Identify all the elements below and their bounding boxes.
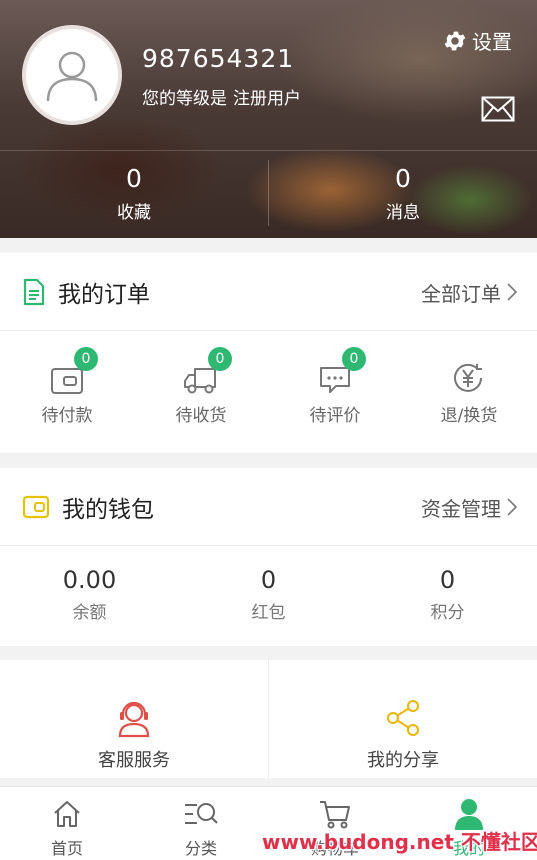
wallet-stats-row: 0.00 余额 0 红包 0 积分	[0, 546, 537, 646]
fund-management-label: 资金管理	[421, 496, 501, 521]
envelope-icon	[481, 96, 515, 122]
chevron-right-icon	[507, 283, 517, 301]
orders-header: 我的订单 全部订单	[0, 253, 537, 331]
balance-value: 0.00	[62, 566, 117, 594]
balance-label: 余额	[72, 603, 107, 623]
wallet-header: 我的钱包 资金管理	[0, 468, 537, 546]
home-icon	[54, 801, 80, 827]
pending-payment-label: 待付款	[41, 406, 93, 426]
yen-refund-icon	[454, 363, 482, 392]
share-icon	[387, 700, 419, 736]
gear-icon	[444, 31, 466, 50]
pending-receipt-badge: 0	[208, 347, 232, 371]
balance-item[interactable]: 0.00 余额	[0, 566, 179, 623]
my-share-button[interactable]: 我的分享	[269, 660, 537, 778]
wallet-card-icon	[22, 495, 50, 518]
all-orders-link[interactable]: 全部订单	[421, 253, 517, 331]
pending-review-badge: 0	[342, 347, 366, 371]
pending-review-label: 待评价	[309, 406, 361, 426]
pending-receipt-button[interactable]: 0 待收货	[134, 347, 268, 426]
favorites-count: 0	[126, 164, 142, 193]
pending-payment-badge: 0	[74, 347, 98, 371]
fund-management-link[interactable]: 资金管理	[421, 468, 517, 546]
profile-header: 987654321 您的等级是 注册用户 设置 0 收藏 0 消息	[0, 0, 537, 238]
red-packet-value: 0	[260, 566, 277, 594]
wallet-card: 我的钱包 资金管理 0.00 余额 0 红包 0 积分	[0, 468, 537, 646]
settings-label: 设置	[472, 30, 512, 54]
refund-exchange-button[interactable]: 退/换货	[402, 355, 536, 426]
orders-title: 我的订单	[58, 281, 150, 308]
order-document-icon	[23, 278, 45, 305]
services-card: 客服服务 我的分享	[0, 660, 537, 778]
level-prefix: 您的等级是	[142, 89, 227, 109]
site-watermark: www.budong.net 不懂社区	[262, 830, 537, 854]
category-search-icon	[185, 803, 218, 824]
all-orders-label: 全部订单	[421, 281, 501, 306]
tab-home[interactable]: 首页	[0, 795, 134, 859]
customer-service-button[interactable]: 客服服务	[0, 660, 268, 778]
chevron-right-icon	[507, 498, 517, 516]
refund-exchange-label: 退/换货	[440, 406, 498, 426]
red-packet-item[interactable]: 0 红包	[179, 566, 358, 623]
header-divider	[0, 150, 537, 151]
customer-service-label: 客服服务	[98, 750, 170, 771]
wallet-title: 我的钱包	[62, 496, 154, 523]
order-status-row: 0 待付款 0 待收货 0 待评价 退/换货	[0, 331, 537, 453]
points-label: 积分	[430, 603, 465, 623]
messages-stat[interactable]: 0 消息	[269, 164, 537, 223]
username: 987654321	[142, 44, 295, 73]
mail-button[interactable]	[481, 96, 515, 126]
favorites-stat[interactable]: 0 收藏	[0, 164, 268, 223]
avatar[interactable]	[22, 25, 122, 125]
pending-receipt-label: 待收货	[175, 406, 227, 426]
tab-category-label: 分类	[184, 839, 217, 858]
orders-card: 我的订单 全部订单 0 待付款 0 待收货 0 待评价 退/换货	[0, 253, 537, 453]
level-value: 注册用户	[233, 89, 301, 109]
points-item[interactable]: 0 积分	[358, 566, 537, 623]
red-packet-label: 红包	[251, 603, 286, 623]
user-avatar-icon	[46, 51, 98, 102]
tab-home-label: 首页	[50, 839, 83, 858]
messages-label: 消息	[386, 203, 420, 223]
tab-category[interactable]: 分类	[134, 795, 268, 859]
pending-review-button[interactable]: 0 待评价	[268, 347, 402, 426]
customer-service-icon	[118, 701, 150, 738]
points-value: 0	[439, 566, 456, 594]
user-level: 您的等级是 注册用户	[142, 84, 301, 109]
pending-payment-button[interactable]: 0 待付款	[0, 347, 134, 426]
messages-count: 0	[395, 164, 411, 193]
my-share-label: 我的分享	[367, 750, 439, 771]
settings-button[interactable]: 设置	[442, 26, 512, 55]
favorites-label: 收藏	[117, 203, 151, 223]
